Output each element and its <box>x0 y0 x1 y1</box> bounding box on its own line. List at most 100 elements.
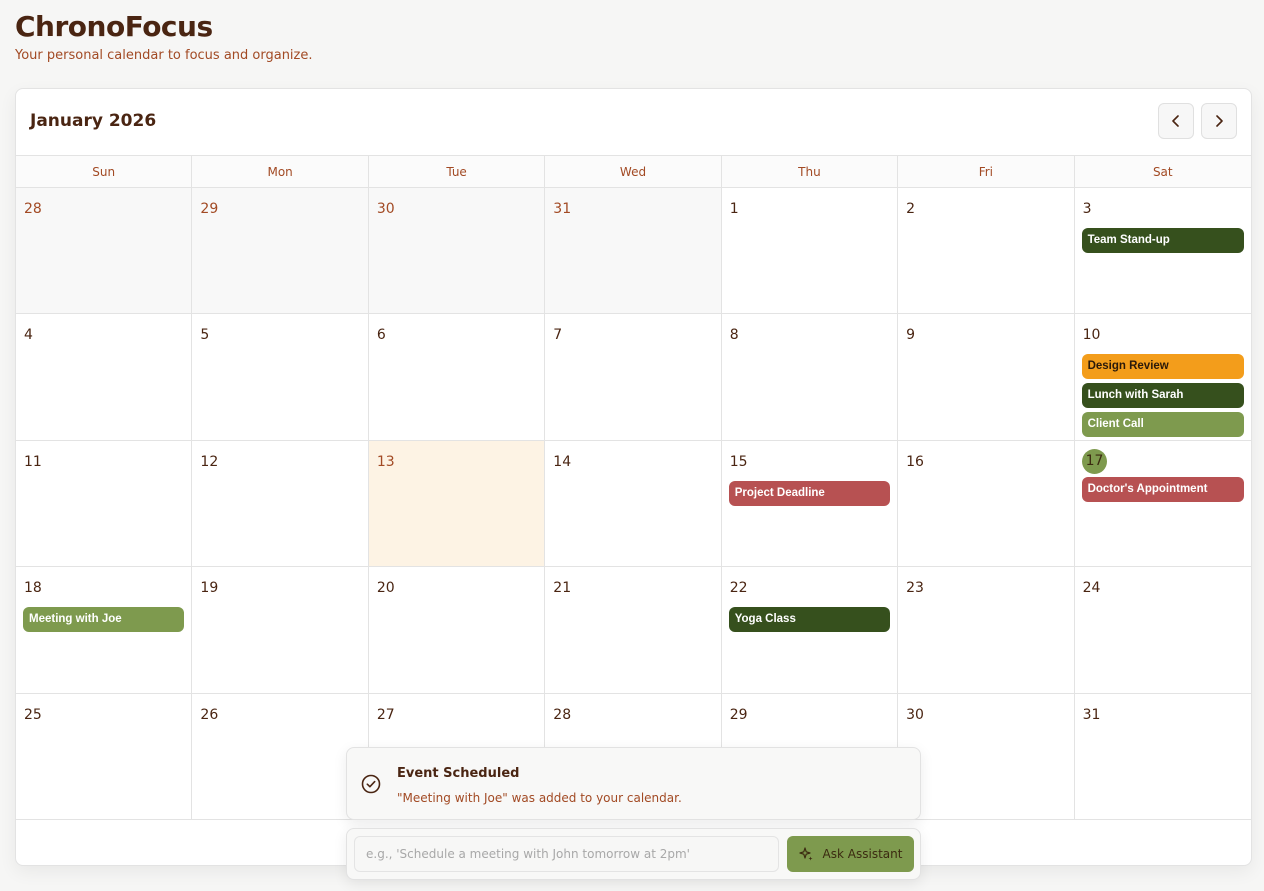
weekday-thu: Thu <box>722 156 899 187</box>
day-cell[interactable]: 28 <box>16 188 193 315</box>
day-cell[interactable]: 19 <box>192 567 369 694</box>
day-number: 6 <box>376 327 386 344</box>
day-cell[interactable]: 16 <box>898 440 1075 568</box>
chevron-right-icon <box>1216 115 1223 127</box>
day-cell[interactable]: 17 Doctor's Appointment <box>1074 440 1251 568</box>
day-number: 9 <box>906 327 916 344</box>
day-number: 14 <box>553 453 572 470</box>
sparkles-icon <box>798 847 813 861</box>
day-number: 31 <box>553 201 572 217</box>
day-cell[interactable]: 11 <box>16 440 193 568</box>
weekday-mon: Mon <box>192 156 369 187</box>
assistant-input[interactable] <box>354 836 779 872</box>
day-number: 3 <box>1082 201 1092 217</box>
ask-assistant-label: Ask Assistant <box>822 847 903 861</box>
day-number: 31 <box>1082 706 1101 723</box>
day-number: 24 <box>1082 580 1101 597</box>
day-events: Team Stand-up <box>1081 228 1244 253</box>
day-cell[interactable]: 8 <box>721 314 899 441</box>
day-cell[interactable]: 5 <box>192 314 369 441</box>
event-chip[interactable]: Design Review <box>1081 354 1244 380</box>
day-cell[interactable]: 6 <box>368 314 546 441</box>
previous-month-button[interactable] <box>1158 103 1194 139</box>
day-events: Yoga Class <box>728 607 891 633</box>
day-cell[interactable]: 29 <box>192 188 369 315</box>
day-number: 23 <box>906 580 924 597</box>
day-cell[interactable]: 31 <box>545 188 722 315</box>
event-chip[interactable]: Yoga Class <box>728 607 891 633</box>
event-chip[interactable]: Meeting with Joe <box>23 607 185 633</box>
calendar-header: January 2026 <box>16 89 1251 155</box>
day-number: 30 <box>906 706 924 723</box>
day-cell[interactable]: 23 <box>898 567 1075 694</box>
day-number: 30 <box>376 201 395 217</box>
day-number: 10 <box>1082 327 1101 344</box>
app-title: ChronoFocus <box>15 10 213 43</box>
day-cell[interactable]: 10 Design Review Lunch with Sarah Client Ca… <box>1074 314 1251 441</box>
day-cell[interactable]: 2 <box>898 188 1075 315</box>
day-number: 11 <box>24 453 42 470</box>
check-circle-icon <box>361 774 381 794</box>
assistant-bar: Ask Assistant <box>346 828 921 880</box>
day-events: Meeting with Joe <box>23 607 185 633</box>
day-number: 2 <box>906 201 916 217</box>
day-cell[interactable]: 15 Project Deadline <box>721 440 899 568</box>
event-chip[interactable]: Project Deadline <box>728 480 891 506</box>
day-cell[interactable]: 13 <box>368 440 546 568</box>
weekday-wed: Wed <box>545 156 722 187</box>
day-number: 4 <box>24 327 33 344</box>
day-cell[interactable]: 1 <box>721 188 899 315</box>
day-number: 19 <box>200 580 219 597</box>
event-chip[interactable]: Client Call <box>1081 412 1244 438</box>
day-cell[interactable]: 7 <box>545 314 722 441</box>
day-cell[interactable]: 14 <box>545 440 722 568</box>
day-number: 29 <box>729 706 748 723</box>
day-number: 5 <box>200 327 210 344</box>
day-number: 22 <box>729 580 748 597</box>
event-chip[interactable]: Lunch with Sarah <box>1081 383 1244 409</box>
day-cell[interactable]: 21 <box>545 567 722 694</box>
ask-assistant-button[interactable]: Ask Assistant <box>787 836 914 872</box>
app-subtitle: Your personal calendar to focus and orga… <box>15 48 313 63</box>
weekday-tue: Tue <box>369 156 546 187</box>
day-cell[interactable]: 30 <box>368 188 546 315</box>
day-cell[interactable]: 3 Team Stand-up <box>1074 188 1251 315</box>
day-number: 26 <box>200 706 219 723</box>
day-events: Design Review Lunch with Sarah Client Call <box>1081 354 1244 438</box>
calendar-grid: 28 29 30 31 1 2 3 Team Stand-up 4 5 6 7 8 9 10 Design R… <box>16 188 1251 820</box>
day-number: 25 <box>24 706 42 723</box>
day-cell[interactable]: 24 <box>1074 567 1251 694</box>
toast-message: "Meeting with Joe" was added to your cal… <box>397 791 682 805</box>
day-cell[interactable]: 20 <box>368 567 546 694</box>
day-number: 21 <box>553 580 572 597</box>
day-events: Project Deadline <box>728 480 891 506</box>
day-cell[interactable]: 26 <box>192 693 369 820</box>
day-cell[interactable]: 9 <box>898 314 1075 441</box>
event-scheduled-toast: Event Scheduled "Meeting with Joe" was a… <box>346 747 921 820</box>
day-number: 7 <box>553 327 563 344</box>
next-month-button[interactable] <box>1201 103 1237 139</box>
day-cell[interactable]: 18 Meeting with Joe <box>16 567 193 694</box>
day-number: 8 <box>729 327 739 344</box>
weekday-fri: Fri <box>898 156 1075 187</box>
day-number: 29 <box>200 201 219 217</box>
day-events: Doctor's Appointment <box>1081 476 1244 502</box>
day-number: 28 <box>24 201 42 217</box>
chevron-left-icon <box>1172 115 1179 127</box>
event-chip[interactable]: Doctor's Appointment <box>1081 476 1244 502</box>
day-cell[interactable]: 31 <box>1074 693 1251 820</box>
day-number-selected: 17 <box>1081 448 1107 474</box>
day-cell[interactable]: 12 <box>192 440 369 568</box>
day-cell[interactable]: 30 <box>898 693 1075 820</box>
weekday-sat: Sat <box>1152 164 1173 179</box>
day-number: 16 <box>906 453 924 470</box>
event-chip[interactable]: Team Stand-up <box>1081 228 1244 253</box>
day-number: 28 <box>553 706 572 723</box>
weekday-header-row: Sun Mon Tue Wed Thu Fri Sat <box>16 155 1251 188</box>
month-title: January 2026 <box>30 111 157 131</box>
day-number: 18 <box>24 580 42 597</box>
day-cell[interactable]: 25 <box>16 693 193 820</box>
day-cell[interactable]: 4 <box>16 314 193 441</box>
day-cell[interactable]: 22 Yoga Class <box>721 567 899 694</box>
day-number: 20 <box>376 580 395 597</box>
